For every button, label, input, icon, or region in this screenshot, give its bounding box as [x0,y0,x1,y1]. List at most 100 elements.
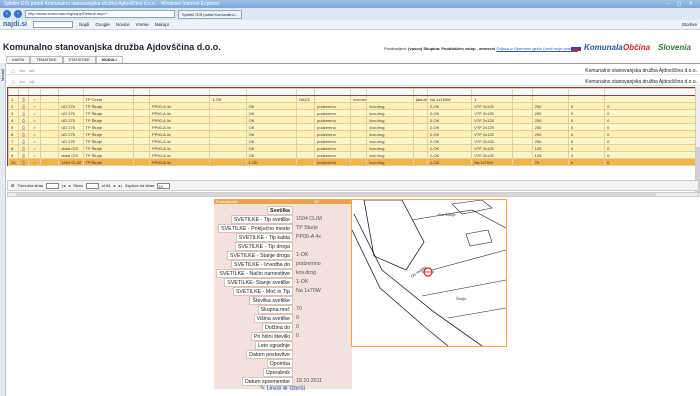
header-cell[interactable] [28,88,42,96]
tab-statistike[interactable]: STATISTIKE [62,56,96,63]
delete-icon[interactable]: ⊗ [283,386,288,392]
tab-moduli[interactable]: MODULI [95,56,123,63]
page-number-input[interactable] [85,182,99,189]
tab-tematske[interactable]: TEMATSKE [30,56,63,63]
window-controls[interactable]: – ▢ ✕ [667,1,696,7]
back-icon[interactable]: ‹ [3,10,11,18]
header-cell[interactable] [40,88,60,96]
header-cell[interactable] [7,88,20,96]
detail-row: SVETILKE - Moč in Tip Na 1x70W [214,287,352,296]
zoom-icon[interactable]: ⌕ [28,144,42,152]
header-cell[interactable] [82,88,134,96]
zoom-icon[interactable]: ⌕ [28,102,42,110]
table-row[interactable]: 1⎙⌕TP Cesta1-OKNADZkov.nevenjlad.olovNa … [7,95,700,103]
header-cell[interactable] [209,88,247,96]
first-page-icon[interactable]: |◂ [62,183,65,188]
header-cell[interactable] [132,88,150,96]
table-cell: podzemno [314,151,352,159]
zoom-icon[interactable]: ⌕ [28,158,42,166]
print-icon[interactable]: ⎙ [18,123,30,131]
last-page-icon[interactable]: ▸| [119,183,122,188]
print-icon[interactable]: ⎙ [18,130,30,138]
table-cell: OK [245,109,298,117]
header-cell[interactable] [426,88,473,96]
table-cell: 1-OK [426,158,473,166]
toolbar-weather-button[interactable]: Vreme [136,22,149,27]
toolbar-shopping-button[interactable]: Nakupi [155,22,169,27]
hscroll-thumb[interactable] [16,193,656,196]
table-row[interactable]: 3 ⎙ ⌕ UD 275 TP Šturje PP00-A 4x OK podzemno kov… [7,109,700,117]
header-cell[interactable] [567,88,606,96]
table-row[interactable]: 9 ⎙ ⌕ stara CIS TP Šturje PP00-A 4x OK podzemno… [7,151,700,159]
detail-value: 0 [296,333,299,339]
print-icon[interactable]: ⎙ [18,95,30,103]
header-cell[interactable] [604,88,700,96]
side-rail[interactable]: Moduli [0,63,6,396]
header-cell[interactable] [350,88,368,96]
header-cell[interactable] [314,88,352,96]
next-page-icon[interactable]: ▸ [114,183,116,188]
per-page-select[interactable]: 10 [157,182,171,189]
pager-icon[interactable]: ⊞ [11,183,14,188]
nav-arrows-icon-2[interactable]: ⌂ ⇦ ⇨ [11,78,36,86]
edit-link[interactable]: Uredi [267,386,281,392]
zoom-icon[interactable]: ⌕ [28,95,42,103]
pager-dropdown[interactable] [46,182,60,189]
print-icon[interactable]: ⎙ [18,144,30,152]
print-icon[interactable]: ⎙ [18,151,30,159]
print-icon[interactable]: ⎙ [18,109,30,117]
detail-actions: ✎ Uredi ⊗ Izbriši [260,385,305,392]
header-cell[interactable] [511,88,533,96]
forward-icon[interactable]: › [14,10,22,18]
detail-value: kov.drog [296,270,316,276]
delete-link[interactable]: Izbriši [289,386,305,392]
detail-value: 0 [296,315,299,321]
table-row[interactable]: 5 ⎙ ⌕ UD 275 TP Šturje PP00-A 4x OK podzemno kov… [7,123,700,131]
toolbar-news-button[interactable]: Novice [116,22,130,27]
zoom-icon[interactable]: ⌕ [28,123,42,131]
header-cell[interactable] [245,88,298,96]
table-row[interactable]: 6 ⎙ ⌕ UD 275 TP Šturje PP00-A 4x OK podzemno kov… [7,130,700,138]
grid-horizontal-scrollbar[interactable] [7,192,699,197]
table-cell: OK [245,144,298,152]
header-cell[interactable] [366,88,414,96]
table-row[interactable]: 10 ⎙ ⌕ 1504 CLIM TP Šturje PP00-A 4x 1-OK podze… [7,158,700,166]
header-cell[interactable] [18,88,30,96]
header-cell[interactable] [471,88,513,96]
header-cell[interactable] [531,88,569,96]
zoom-icon[interactable]: ⌕ [28,151,42,159]
header-cell[interactable] [412,88,428,96]
url-field[interactable]: http://www.komunala.si/gisapp/Default.as… [25,10,175,18]
table-row[interactable]: 7 ⎙ ⌕ UD 275 TP Šturje PP00-A 4x OK podzemno kov… [7,137,700,145]
zoom-icon[interactable]: ⌕ [28,116,42,124]
table-row[interactable]: 8 ⎙ ⌕ stara CIS TP Šturje PP00-A 4x OK podzemno… [7,144,700,152]
table-row[interactable]: 4 ⎙ ⌕ UD 275 TP Šturje PP00-A 4x OK podzemno kov… [7,116,700,124]
detail-label: SVETILKE - Moč in Tip [232,287,293,296]
zoom-icon[interactable]: ⌕ [28,137,42,145]
header-cell[interactable] [148,88,211,96]
zoom-icon[interactable]: ⌕ [28,109,42,117]
tab-karta[interactable]: KARTA [6,56,31,63]
table-row[interactable]: 2 ⎙ ⌕ UD 275 TP Šturje PP00-A 4x OK podzemno kov… [7,102,700,110]
browser-tab[interactable]: Spletni GIS portal Komunalno... [178,9,243,19]
table-cell [350,116,368,124]
toolbar-najdi-button[interactable]: Najdi [79,22,89,27]
print-icon[interactable]: ⎙ [18,158,30,166]
toolbar-services-button[interactable]: Storitve [682,22,697,27]
table-cell: 250 [531,109,569,117]
location-map[interactable]: Pot Šturje Ob Hublju Šturje [351,199,507,347]
prev-page-icon[interactable]: ◂ [68,183,70,188]
toolbar-search-input[interactable] [33,21,74,28]
map-canvas[interactable]: Pot Šturje Ob Hublju Šturje [351,199,507,347]
print-icon[interactable]: ⎙ [18,137,30,145]
user-links[interactable]: Odjava iz Spremeni geslo Uredi moje poda… [496,46,577,51]
edit-icon[interactable]: ✎ [260,386,265,392]
print-icon[interactable]: ⎙ [18,102,30,110]
toolbar-google-button[interactable]: Google [95,22,110,27]
header-cell[interactable] [295,88,316,96]
zoom-icon[interactable]: ⌕ [28,130,42,138]
table-cell: 2-OK [426,123,473,131]
nav-arrows-icon[interactable]: ⌂ ⇦ ⇨ [11,67,36,75]
header-cell[interactable] [58,88,84,96]
print-icon[interactable]: ⎙ [18,116,30,124]
